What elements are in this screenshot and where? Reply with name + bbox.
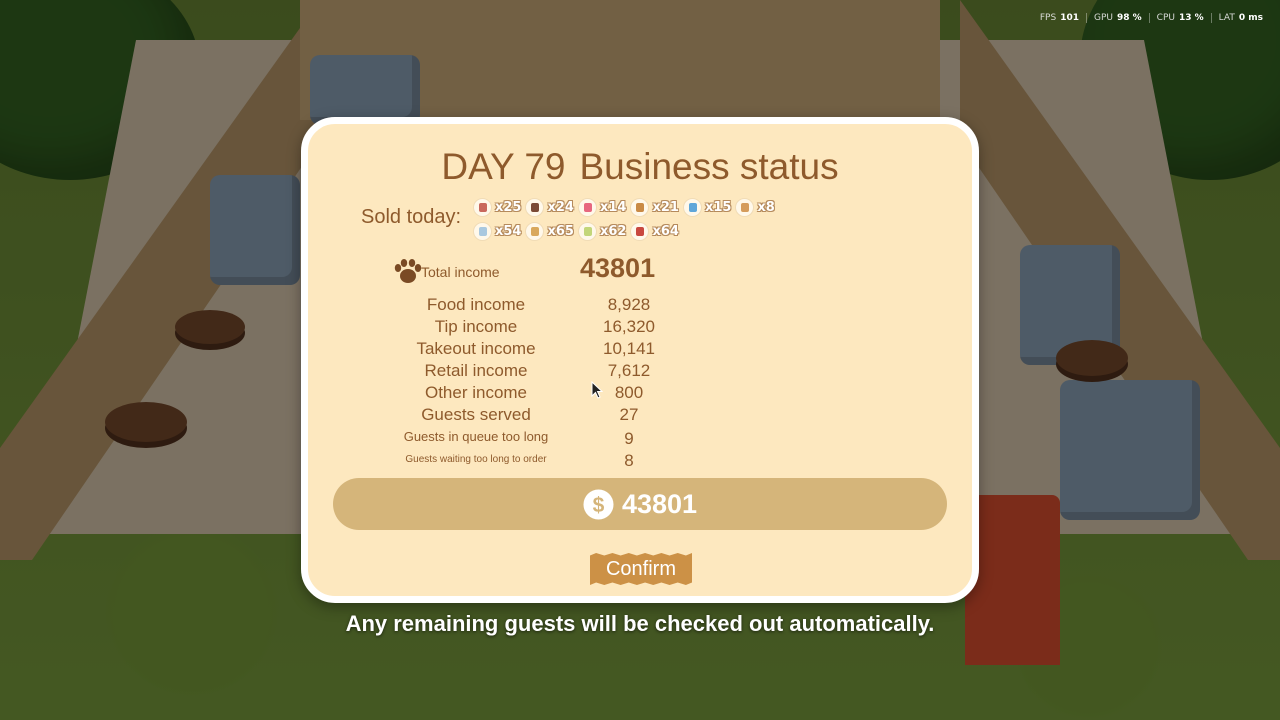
stat-value: 8 bbox=[624, 451, 634, 470]
business-status-dialog: DAY 79 Business status Sold today: x25 x24… bbox=[301, 117, 979, 603]
latency-readout: LAT 0 ms bbox=[1210, 13, 1270, 23]
total-income-row: Total income 43801 bbox=[308, 251, 972, 287]
sold-item: x15 bbox=[682, 197, 732, 217]
stat-value: 27 bbox=[619, 405, 639, 424]
sold-item: x64 bbox=[630, 221, 679, 241]
gpu-label: GPU bbox=[1093, 13, 1113, 23]
soda-bottle-icon bbox=[630, 221, 650, 241]
sold-item-count: x14 bbox=[599, 199, 627, 215]
sold-item: x65 bbox=[525, 221, 574, 241]
sold-item: x54 bbox=[473, 221, 521, 241]
mouse-cursor-icon bbox=[591, 381, 603, 399]
confirm-button[interactable]: Confirm bbox=[590, 553, 692, 585]
total-balance-value: 43801 bbox=[621, 488, 698, 519]
pink-drink-icon bbox=[577, 197, 597, 217]
total-balance-bar: $ 43801 bbox=[333, 478, 947, 530]
sold-item: x8 bbox=[735, 197, 775, 217]
gpu-value: 98 % bbox=[1116, 13, 1142, 23]
sold-item: x62 bbox=[577, 221, 627, 241]
latency-label: LAT bbox=[1218, 13, 1235, 23]
sold-item-count: x65 bbox=[547, 223, 574, 239]
stat-row-tip-income: Tip income 16,320 bbox=[308, 317, 972, 339]
stat-value: 16,320 bbox=[603, 317, 655, 336]
checkout-notice: Any remaining guests will be checked out… bbox=[345, 611, 935, 636]
blue-drink-icon bbox=[682, 197, 702, 217]
cpu-value: 13 % bbox=[1178, 13, 1204, 23]
stat-value: 10,141 bbox=[603, 339, 655, 358]
fps-value: 101 bbox=[1060, 13, 1079, 23]
sold-item-count: x25 bbox=[495, 199, 522, 215]
cpu-label: CPU bbox=[1156, 13, 1175, 23]
stat-row-retail-income: Retail income 7,612 bbox=[308, 361, 972, 383]
bread-icon bbox=[630, 197, 650, 217]
gpu-readout: GPU 98 % bbox=[1085, 13, 1149, 23]
sold-item: x14 bbox=[577, 197, 627, 217]
stat-row-waiting-to-order: Guests waiting too long to order 8 bbox=[308, 451, 972, 473]
sold-item-count: x8 bbox=[757, 199, 775, 215]
stat-value: 8,928 bbox=[607, 295, 651, 314]
fps-label: FPS bbox=[1039, 13, 1057, 23]
day-label: DAY 79 bbox=[441, 146, 566, 187]
svg-text:$: $ bbox=[593, 494, 605, 517]
performance-hud: FPS 101 GPU 98 % CPU 13 % LAT 0 ms bbox=[1033, 13, 1270, 23]
stat-value: 9 bbox=[624, 429, 634, 448]
matcha-icon bbox=[577, 221, 597, 241]
sold-items-list: x25 x24 x14 x21 x15 x8 x54 x65 x62 x64 bbox=[473, 197, 793, 241]
sold-item: x21 bbox=[630, 197, 679, 217]
sold-item-count: x21 bbox=[652, 199, 679, 215]
coffee-cup-icon bbox=[735, 197, 755, 217]
sold-item: x25 bbox=[473, 197, 521, 217]
sold-today-label: Sold today: bbox=[361, 206, 462, 228]
total-income-value: 43801 bbox=[580, 253, 656, 283]
stat-row-other-income: Other income 800 bbox=[308, 383, 972, 405]
stat-row-food-income: Food income 8,928 bbox=[308, 295, 972, 317]
sold-item-count: x24 bbox=[547, 199, 574, 215]
milk-icon bbox=[473, 221, 492, 241]
sold-item-count: x64 bbox=[652, 223, 679, 239]
coin-dollar-icon: $ bbox=[583, 489, 614, 519]
stat-value: 800 bbox=[614, 383, 644, 402]
fps-readout: FPS 101 bbox=[1033, 13, 1086, 23]
donut-icon bbox=[525, 197, 545, 217]
sold-item: x24 bbox=[525, 197, 574, 217]
sold-item-count: x62 bbox=[599, 223, 627, 239]
paw-icon bbox=[394, 259, 422, 283]
cpu-readout: CPU 13 % bbox=[1148, 13, 1211, 23]
latency-value: 0 ms bbox=[1238, 13, 1263, 23]
dialog-title: DAY 79 Business status bbox=[308, 146, 972, 188]
sold-item-count: x54 bbox=[495, 223, 522, 239]
stat-row-guests-served: Guests served 27 bbox=[308, 405, 972, 427]
toast-icon bbox=[525, 221, 545, 241]
cake-icon bbox=[473, 197, 492, 217]
dialog-heading: Business status bbox=[579, 146, 839, 187]
total-income-label: Total income bbox=[421, 264, 500, 280]
stat-row-takeout-income: Takeout income 10,141 bbox=[308, 339, 972, 361]
sold-item-count: x15 bbox=[704, 199, 732, 215]
stat-value: 7,612 bbox=[607, 361, 651, 380]
stat-row-queue-too-long: Guests in queue too long 9 bbox=[308, 429, 972, 451]
